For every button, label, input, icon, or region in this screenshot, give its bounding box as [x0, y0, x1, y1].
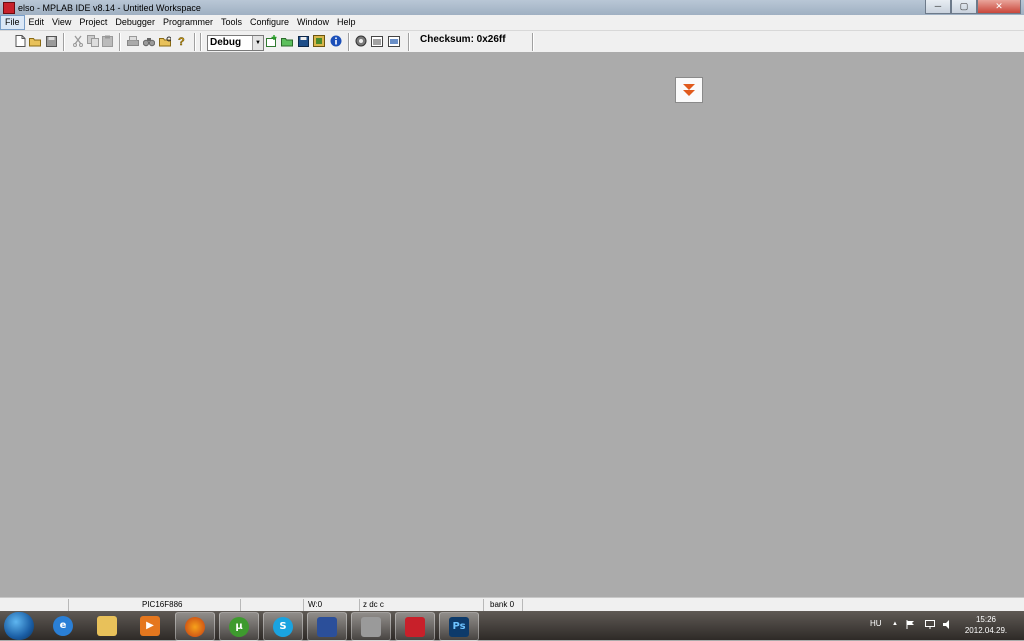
paste-icon[interactable] [102, 35, 114, 47]
toolbar-separator [408, 33, 410, 51]
network-icon[interactable] [925, 620, 935, 631]
build-all-icon[interactable] [313, 35, 325, 47]
title-bar: elso - MPLAB IDE v8.14 - Untitled Worksp… [0, 0, 1024, 15]
file-explorer-icon [97, 615, 117, 636]
menu-project[interactable]: Project [75, 16, 111, 29]
taskbar-firefox[interactable] [175, 612, 215, 641]
show-hidden-icons-icon[interactable]: ▲ [892, 621, 898, 627]
toolbar: ? Debug ▼ [0, 31, 1024, 53]
close-button[interactable]: ✕ [977, 0, 1021, 14]
build-config-value: Debug [210, 37, 242, 48]
new-file-icon[interactable] [14, 35, 26, 47]
menu-programmer[interactable]: Programmer [159, 16, 217, 29]
program-device-icon[interactable] [355, 35, 367, 47]
photoshop-icon: Ps [449, 616, 469, 637]
internet-explorer-icon: e [53, 615, 73, 636]
status-divider [68, 599, 69, 611]
toolbar-separator [348, 33, 350, 51]
find-in-files-icon[interactable] [159, 35, 171, 47]
new-project-icon[interactable] [266, 35, 278, 47]
workspace-area[interactable] [0, 52, 1024, 597]
taskbar-utorrent[interactable]: µ [219, 612, 259, 641]
taskbar-media-player[interactable]: ▶ [131, 612, 169, 639]
find-binoculars-icon[interactable] [143, 35, 155, 47]
status-w-register: W:0 [308, 600, 323, 609]
status-flags: z dc c [363, 600, 384, 609]
device-programmer-icon [361, 616, 381, 637]
taskbar-programmer-app[interactable] [351, 612, 391, 641]
menu-debugger[interactable]: Debugger [111, 16, 159, 29]
toolbar-separator [194, 33, 196, 51]
taskbar-save-app[interactable] [307, 612, 347, 641]
start-orb-icon[interactable] [4, 612, 34, 640]
action-center-flag-icon[interactable] [906, 620, 915, 631]
clock-time: 15:26 [975, 615, 997, 624]
open-folder-icon[interactable] [29, 35, 41, 47]
memory-window-icon[interactable] [371, 35, 383, 47]
menu-help[interactable]: Help [333, 16, 360, 29]
print-icon[interactable] [127, 35, 139, 47]
build-config-select[interactable]: Debug ▼ [207, 35, 264, 51]
skype-icon: S [273, 616, 293, 637]
status-divider [303, 599, 304, 611]
system-clock[interactable]: 15:26 2012.04.29. [956, 614, 1016, 636]
clock-date: 2012.04.29. [964, 626, 1008, 635]
menu-view[interactable]: View [48, 16, 75, 29]
open-project-icon[interactable] [281, 35, 293, 47]
status-bar: PIC16F886 W:0 z dc c bank 0 [0, 597, 1024, 612]
floppy-save-icon [317, 616, 337, 637]
firefox-icon [185, 616, 205, 637]
toolbar-separator [532, 33, 534, 51]
watch-window-icon[interactable] [388, 35, 400, 47]
window-controls: ─ ▢ ✕ [925, 0, 1021, 14]
expand-toolbar-button[interactable] [675, 77, 703, 103]
help-question-icon[interactable]: ? [176, 35, 188, 47]
status-bank: bank 0 [490, 600, 515, 609]
svg-text:?: ? [178, 36, 185, 47]
taskbar-photoshop[interactable]: Ps [439, 612, 479, 641]
status-divider [359, 599, 360, 611]
menu-window[interactable]: Window [293, 16, 333, 29]
copy-icon[interactable] [87, 35, 99, 47]
utorrent-icon: µ [229, 616, 249, 637]
media-player-icon: ▶ [140, 615, 160, 636]
taskbar: e ▶ µ S Ps HU ▲ [0, 611, 1024, 641]
cut-icon[interactable] [72, 35, 84, 47]
taskbar-explorer[interactable] [88, 612, 126, 639]
toolbar-separator [119, 33, 121, 51]
status-divider [483, 599, 484, 611]
toolbar-separator [63, 33, 65, 51]
checksum-label: Checksum: 0x26ff [420, 34, 506, 45]
menu-edit[interactable]: Edit [25, 16, 49, 29]
menu-bar: File Edit View Project Debugger Programm… [0, 15, 1024, 31]
maximize-button[interactable]: ▢ [951, 0, 977, 14]
minimize-button[interactable]: ─ [925, 0, 951, 14]
save-icon[interactable] [45, 35, 57, 47]
window-title: elso - MPLAB IDE v8.14 - Untitled Worksp… [18, 2, 201, 13]
toolbar-separator [200, 33, 202, 51]
save-workspace-icon[interactable] [297, 35, 309, 47]
mplab-icon [405, 616, 425, 637]
mplab-app-icon[interactable] [3, 1, 15, 14]
taskbar-mplab[interactable] [395, 612, 435, 641]
status-divider [240, 599, 241, 611]
double-chevron-down-icon [683, 84, 695, 96]
status-divider [522, 599, 523, 611]
menu-tools[interactable]: Tools [217, 16, 246, 29]
menu-file[interactable]: File [0, 15, 25, 30]
volume-icon[interactable] [943, 620, 953, 631]
taskbar-skype[interactable]: S [263, 612, 303, 641]
taskbar-ie[interactable]: e [44, 612, 82, 639]
chevron-down-icon[interactable]: ▼ [252, 36, 263, 50]
menu-configure[interactable]: Configure [246, 16, 293, 29]
info-icon[interactable] [330, 35, 342, 47]
language-indicator[interactable]: HU [870, 619, 882, 628]
status-device: PIC16F886 [142, 600, 183, 609]
